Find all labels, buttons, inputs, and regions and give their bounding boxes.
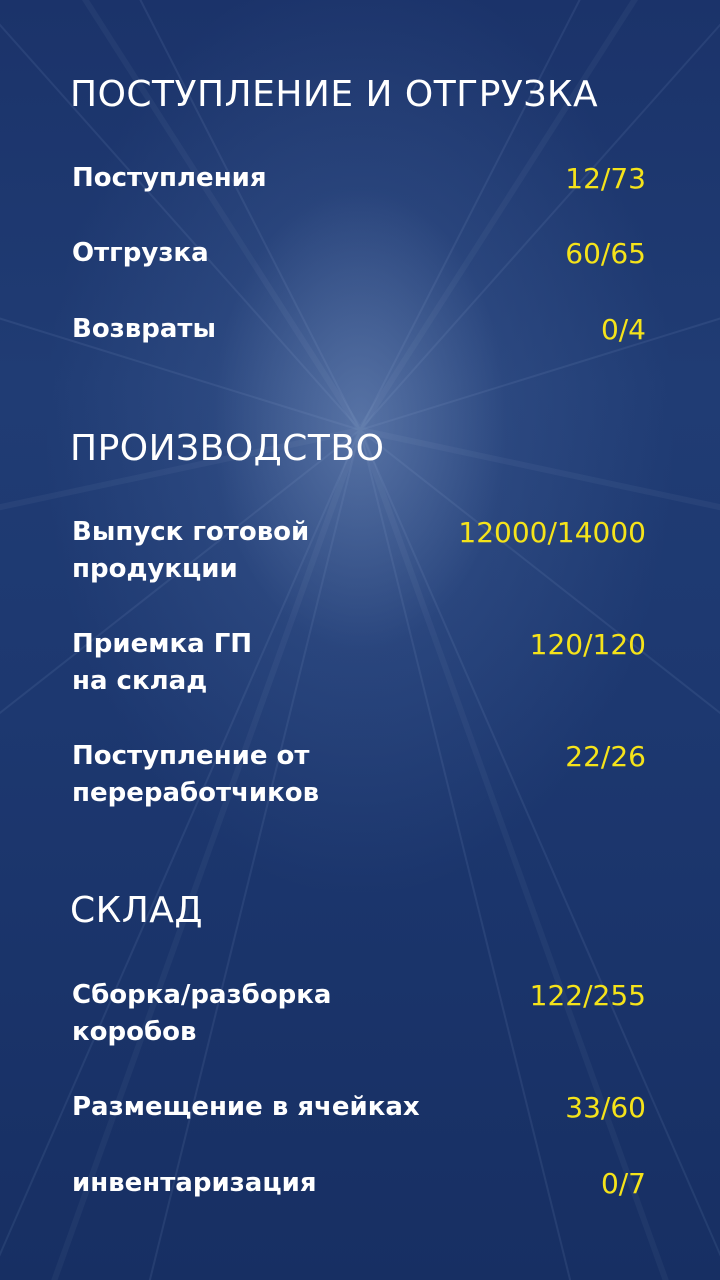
stat-label: Поступление от переработчиков bbox=[72, 741, 320, 808]
stat-value: 22/26 bbox=[565, 740, 646, 773]
stat-value: 120/120 bbox=[529, 628, 646, 661]
stat-value: 122/255 bbox=[529, 979, 646, 1012]
section-title: ПОСТУПЛЕНИЕ И ОТГРУЗКА bbox=[70, 74, 599, 115]
section-warehouse: СКЛАД bbox=[0, 0, 720, 931]
stat-value: 12000/14000 bbox=[458, 516, 646, 549]
stat-value: 33/60 bbox=[565, 1091, 646, 1124]
stat-value: 12/73 bbox=[565, 162, 646, 195]
warehouse-stats-screen: ПОСТУПЛЕНИЕ И ОТГРУЗКА Поступления 12/73… bbox=[0, 0, 720, 1280]
stat-value: 0/7 bbox=[600, 1167, 646, 1200]
stat-label: Размещение в ячейках bbox=[72, 1092, 420, 1122]
stat-label: инвентаризация bbox=[72, 1168, 317, 1198]
stat-label: Выпуск готовой продукции bbox=[72, 517, 310, 584]
stat-label: Приемка ГП на склад bbox=[72, 629, 253, 696]
stat-label: Сборка/разборка коробов bbox=[72, 980, 332, 1047]
stat-value: 60/65 bbox=[565, 237, 646, 270]
stat-label: Отгрузка bbox=[72, 238, 209, 268]
section-title: ПРОИЗВОДСТВО bbox=[70, 428, 385, 469]
section-title: СКЛАД bbox=[70, 890, 204, 931]
stat-value: 0/4 bbox=[600, 313, 646, 346]
stat-label: Поступления bbox=[72, 163, 267, 193]
stat-label: Возвраты bbox=[72, 314, 216, 344]
